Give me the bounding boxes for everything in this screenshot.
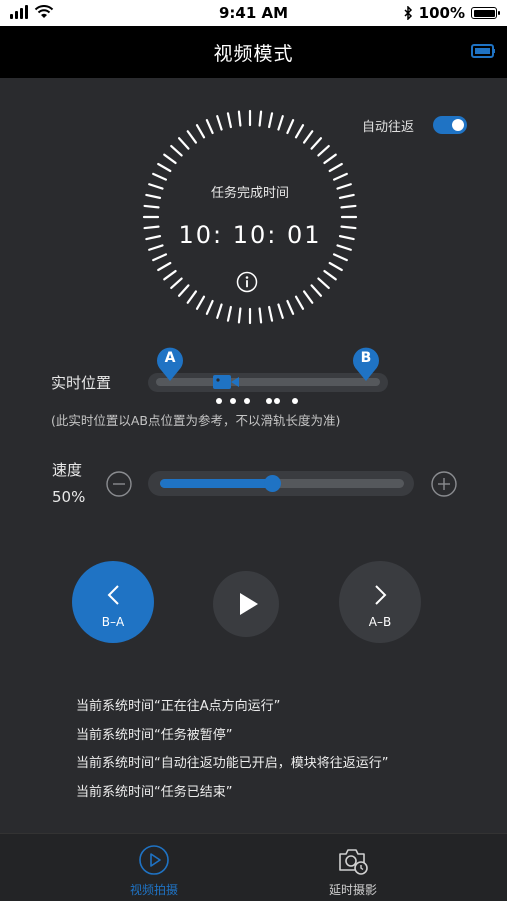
toggle-knob [452,119,464,131]
dial-tick [157,162,172,173]
dial-tick [294,295,305,310]
move-a-to-b-label: A–B [368,615,392,629]
dial-tick [328,162,343,173]
dial-tick [332,253,348,262]
dial-tick [268,112,274,129]
dial-tick [310,137,323,150]
status-message: 当前系统时间“自动往返功能已开启，模块将往返运行” [76,756,389,772]
marker-b-label: B [360,350,372,366]
dial-tick [177,284,190,297]
info-icon[interactable] [236,271,258,293]
speed-label: 速度 [52,461,83,479]
tab-video-label: 视频拍摄 [129,883,178,897]
auto-return-label: 自动往返 [362,120,415,135]
dial-tick [186,130,198,144]
position-dots [214,398,304,406]
video-camera-icon[interactable] [212,374,240,390]
dial-tick [195,124,206,139]
dial-tick [163,269,177,281]
dial-tick [163,153,177,165]
dial-tick [216,303,223,319]
play-icon [240,593,258,615]
dial-tick [317,277,330,290]
dial-tick [152,253,168,262]
battery-icon [471,7,500,19]
dial-tick [268,305,274,322]
dial-tick [177,137,190,150]
dial-tick [186,290,198,304]
dial-tick [286,119,295,135]
dial-tick [323,153,337,165]
dial-tick [170,144,183,157]
dial-tick [237,110,242,127]
rail-label: 实时位置 [51,374,112,392]
status-message: 当前系统时间“任务已结束” [76,784,233,800]
dial-tick [195,295,206,310]
play-circle-icon [139,845,169,875]
move-a-to-b-button[interactable]: A–B [339,561,421,643]
tab-video[interactable]: 视频拍摄 [94,834,214,901]
status-bar: 9:41 AM 100% [0,0,507,26]
rail-inner [156,378,380,386]
dial-tick [170,277,183,290]
dial-tick [277,115,284,131]
move-b-to-a-button[interactable]: B–A [72,561,154,643]
speed-slider-knob[interactable] [264,475,281,492]
dial-tick [277,303,284,319]
dial-tick [258,307,263,324]
marker-b[interactable]: B [351,344,381,382]
marker-a-label: A [164,350,176,366]
dial-tick [294,124,305,139]
bluetooth-icon [404,6,412,20]
battery-percent: 100% [418,4,465,22]
dial-tick [340,204,357,209]
dial-tick [302,130,314,144]
status-message: 当前系统时间“正在往A点方向运行” [76,699,281,714]
dial-tick [323,269,337,281]
dial-tick [152,172,168,181]
rail-note: (此实时位置以AB点位置为参考，不以滑轨长度为准) [51,413,341,428]
tab-bar: 视频拍摄 延时摄影 [0,833,507,901]
status-message: 当前系统时间“任务被暂停” [76,727,233,743]
dial-tick [258,110,263,127]
status-messages: 当前系统时间“正在往A点方向运行” 当前系统时间“任务被暂停” 当前系统时间“自… [76,697,496,811]
speed-slider-fill [160,479,272,488]
marker-a[interactable]: A [155,344,185,382]
dial-tick [205,119,214,135]
nav-header: 视频模式 [0,26,507,78]
dial-tick [286,299,295,315]
dial-tick [317,144,330,157]
dial-label: 任务完成时间 [210,186,289,201]
page-title: 视频模式 [213,43,294,65]
dial-tick [226,112,232,129]
dial-ticks [142,109,358,325]
dial-tick [205,299,214,315]
tab-timelapse[interactable]: 延时摄影 [293,834,413,901]
speed-value: 50% [52,488,86,506]
device-battery-icon[interactable] [471,43,495,59]
camera-timer-icon [339,849,368,875]
minus-circle-icon[interactable] [106,471,132,497]
dial-tick [216,115,223,131]
dial-tick [302,290,314,304]
dial-time: 10: 10: 01 [178,221,322,249]
play-button[interactable] [213,571,279,637]
auto-return-toggle[interactable] [433,116,467,134]
dial-tick [226,305,232,322]
dial-tick [310,284,323,297]
dial-tick [328,261,343,272]
move-b-to-a-label: B–A [101,615,125,629]
dial-tick [143,204,160,209]
plus-circle-icon[interactable] [431,471,457,497]
dial-tick [157,261,172,272]
chevron-left-icon [107,585,119,605]
status-right: 100% [404,4,500,22]
dial-tick [237,307,242,324]
dial-tick [332,172,348,181]
tab-timelapse-label: 延时摄影 [328,883,377,897]
chevron-right-icon [375,585,387,605]
